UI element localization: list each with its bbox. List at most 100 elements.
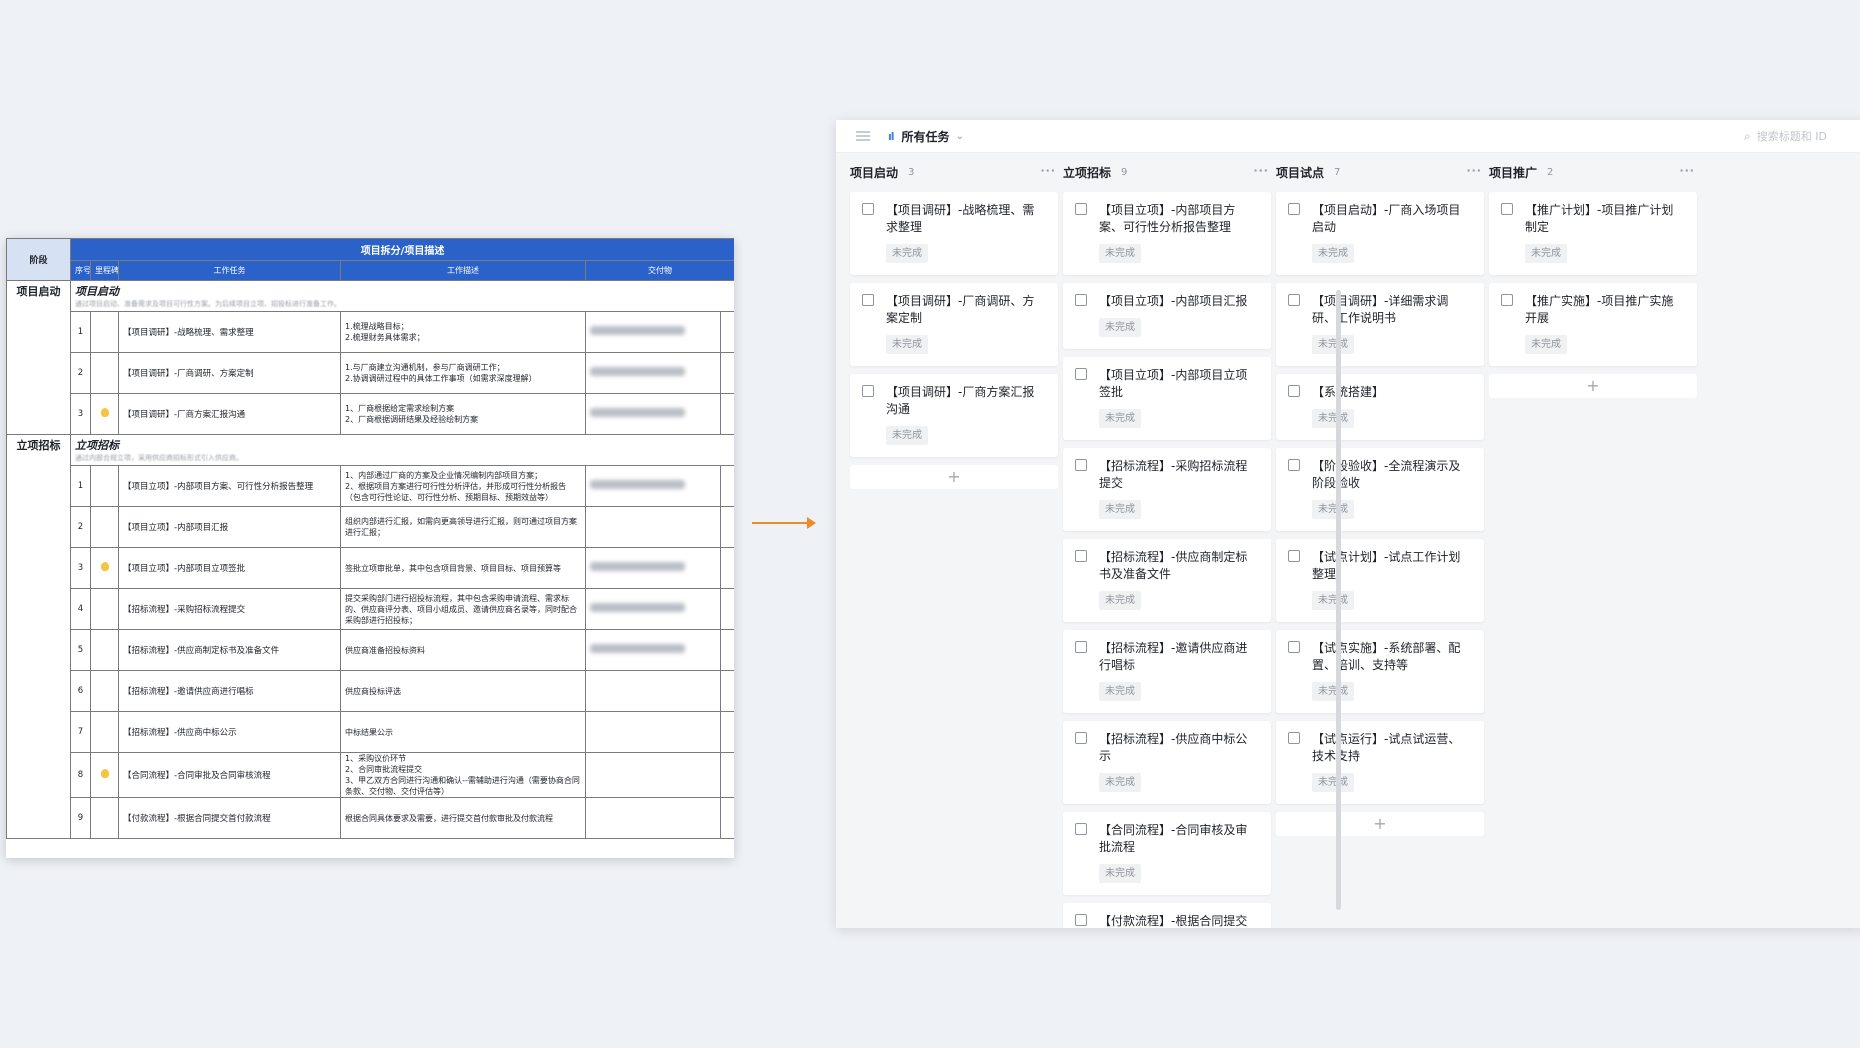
add-card-button[interactable]: + xyxy=(850,465,1058,489)
table-row: 3 【项目立项】-内部项目立项签批 签批立项审批单，其中包含项目背景、项目目标、… xyxy=(7,547,734,589)
task-checkbox[interactable] xyxy=(1075,732,1087,744)
task-card[interactable]: 【阶段验收】-全流程演示及阶段验收 未完成 xyxy=(1276,448,1484,531)
blurred-deliverable xyxy=(590,603,685,612)
deliverable-cell xyxy=(585,352,721,394)
task-cell: 【合同流程】-合同审批及合同审核流程 xyxy=(118,752,341,798)
task-title: 【项目立项】-内部项目立项签批 xyxy=(1099,368,1248,399)
status-badge: 未完成 xyxy=(1312,409,1354,428)
task-card[interactable]: 【试点计划】-试点工作计划整理 未完成 xyxy=(1276,539,1484,622)
task-card[interactable]: 【项目立项】-内部项目方案、可行性分析报告整理 未完成 xyxy=(1063,192,1271,275)
task-checkbox[interactable] xyxy=(1501,203,1513,215)
header-milestone: 里程碑 xyxy=(90,260,119,281)
task-card[interactable]: 【系统搭建】 未完成 xyxy=(1276,374,1484,440)
task-checkbox[interactable] xyxy=(1288,385,1300,397)
task-card[interactable]: 【招标流程】-供应商中标公示 未完成 xyxy=(1063,721,1271,804)
desc-cell: 中标结果公示 xyxy=(340,711,586,753)
desc-cell: 根据合同具体要求及需要，进行提交首付款审批及付款流程 xyxy=(340,797,586,839)
task-checkbox[interactable] xyxy=(1288,459,1300,471)
desc-cell: 1、内部通过厂商的方案及企业情况编制内部项目方案； 2、根据项目方案进行可行性分析… xyxy=(340,465,586,507)
search-box[interactable]: ⌕ 搜索标题和 ID xyxy=(1734,124,1860,148)
task-checkbox[interactable] xyxy=(1075,368,1087,380)
row-number: 8 xyxy=(70,752,91,798)
task-checkbox[interactable] xyxy=(1288,641,1300,653)
task-checkbox[interactable] xyxy=(1075,550,1087,562)
task-checkbox[interactable] xyxy=(1075,823,1087,835)
milestone-cell xyxy=(90,352,119,394)
desc-cell: 供应商投标评选 xyxy=(340,670,586,712)
status-badge: 未完成 xyxy=(1312,244,1354,263)
table-row: 7 【招标流程】-供应商中标公示 中标结果公示 xyxy=(7,711,734,753)
task-cell: 【付款流程】-根据合同提交首付款流程 xyxy=(118,797,341,839)
task-checkbox[interactable] xyxy=(862,203,874,215)
task-card[interactable]: 【招标流程】-邀请供应商进行唱标 未完成 xyxy=(1063,630,1271,713)
deliverable-cell xyxy=(585,311,721,353)
task-checkbox[interactable] xyxy=(862,294,874,306)
task-card[interactable]: 【推广计划】-项目推广计划制定 未完成 xyxy=(1489,192,1697,275)
blurred-deliverable xyxy=(590,367,685,376)
desc-cell: 1.梳理战略目标； 2.梳理财务具体需求； xyxy=(340,311,586,353)
desc-cell: 组织内部进行汇报，如需向更高领导进行汇报，则可通过项目方案进行汇报； xyxy=(340,506,586,548)
blurred-deliverable xyxy=(590,408,685,417)
header-seq: 序号 xyxy=(70,260,91,281)
task-card[interactable]: 【项目立项】-内部项目立项签批 未完成 xyxy=(1063,357,1271,440)
task-checkbox[interactable] xyxy=(1075,914,1087,926)
column-title: 项目试点 xyxy=(1276,165,1325,180)
task-card[interactable]: 【试点运行】-试点试运营、技术支持 未完成 xyxy=(1276,721,1484,804)
table-row: 2 【项目调研】-厂商调研、方案定制 1.与厂商建立沟通机制，参与厂商调研工作；… xyxy=(7,352,734,394)
task-checkbox[interactable] xyxy=(1075,294,1087,306)
task-cell: 【项目调研】-厂商方案汇报沟通 xyxy=(118,393,341,435)
task-checkbox[interactable] xyxy=(1288,550,1300,562)
task-checkbox[interactable] xyxy=(1288,203,1300,215)
task-card[interactable]: 【项目调研】-厂商调研、方案定制 未完成 xyxy=(850,283,1058,366)
task-card[interactable]: 【招标流程】-供应商制定标书及准备文件 未完成 xyxy=(1063,539,1271,622)
add-card-button[interactable]: + xyxy=(1489,374,1697,398)
task-title: 【项目立项】-内部项目汇报 xyxy=(1099,294,1248,308)
task-checkbox[interactable] xyxy=(1288,732,1300,744)
menu-icon[interactable] xyxy=(856,131,870,141)
milestone-cell xyxy=(90,311,119,353)
task-cell: 【项目立项】-内部项目汇报 xyxy=(118,506,341,548)
task-card[interactable]: 【试点实施】-系统部署、配置、培训、支持等 未完成 xyxy=(1276,630,1484,713)
kanban-column: 项目启动 3 ··· 【项目调研】-战略梳理、需求整理 未完成 【项目调研】-厂… xyxy=(836,152,1068,489)
column-header: 项目试点 7 ··· xyxy=(1262,152,1494,192)
task-checkbox[interactable] xyxy=(862,385,874,397)
task-card[interactable]: 【招标流程】-采购招标流程提交 未完成 xyxy=(1063,448,1271,531)
task-cell: 【招标流程】-供应商制定标书及准备文件 xyxy=(118,629,341,671)
desc-cell: 1、采购议价环节 2、合同审批流程提交 3、甲乙双方合同进行沟通和确认--需辅助进行… xyxy=(340,752,586,798)
status-badge: 未完成 xyxy=(1312,335,1354,354)
header-deliverable: 交付物 xyxy=(584,260,734,281)
extra-cell xyxy=(719,752,734,798)
task-checkbox[interactable] xyxy=(1288,294,1300,306)
search-input[interactable]: 搜索标题和 ID xyxy=(1757,128,1827,144)
view-selector[interactable]: 所有任务 xyxy=(902,128,950,145)
chevron-down-icon[interactable]: ⌄ xyxy=(956,131,964,142)
status-badge: 未完成 xyxy=(1312,773,1354,792)
row-number: 4 xyxy=(70,588,91,630)
task-checkbox[interactable] xyxy=(1075,203,1087,215)
table-row: 5 【招标流程】-供应商制定标书及准备文件 供应商准备招投标资料 xyxy=(7,629,734,671)
task-title: 【推广计划】-项目推广计划制定 xyxy=(1525,203,1674,234)
status-badge: 未完成 xyxy=(1099,409,1141,428)
status-badge: 未完成 xyxy=(886,426,928,445)
task-card[interactable]: 【推广实施】-项目推广实施开展 未完成 xyxy=(1489,283,1697,366)
task-card[interactable]: 【项目启动】-厂商入场项目启动 未完成 xyxy=(1276,192,1484,275)
column-scrollbar[interactable] xyxy=(1336,290,1341,910)
extra-cell xyxy=(719,506,734,548)
task-checkbox[interactable] xyxy=(1501,294,1513,306)
desc-cell: 供应商准备招投标资料 xyxy=(340,629,586,671)
add-card-button[interactable]: + xyxy=(1276,812,1484,836)
task-checkbox[interactable] xyxy=(1075,459,1087,471)
deliverable-cell xyxy=(585,797,721,839)
task-card[interactable]: 【项目调研】-详细需求调研、工作说明书 未完成 xyxy=(1276,283,1484,366)
row-number: 2 xyxy=(70,506,91,548)
task-checkbox[interactable] xyxy=(1075,641,1087,653)
section-desc: 通过内部合规立项，采用供应商招标形式引入供应商。 xyxy=(75,454,243,462)
milestone-cell xyxy=(90,752,119,798)
stage-cell: 立项招标 xyxy=(6,434,71,839)
task-card[interactable]: 【项目调研】-战略梳理、需求整理 未完成 xyxy=(850,192,1058,275)
task-card[interactable]: 【付款流程】-根据合同提交首付 xyxy=(1063,903,1271,928)
task-card[interactable]: 【项目调研】-厂商方案汇报沟通 未完成 xyxy=(850,374,1058,457)
task-card[interactable]: 【合同流程】-合同审核及审批流程 未完成 xyxy=(1063,812,1271,895)
more-options-icon[interactable]: ··· xyxy=(1679,164,1695,177)
task-card[interactable]: 【项目立项】-内部项目汇报 未完成 xyxy=(1063,283,1271,349)
